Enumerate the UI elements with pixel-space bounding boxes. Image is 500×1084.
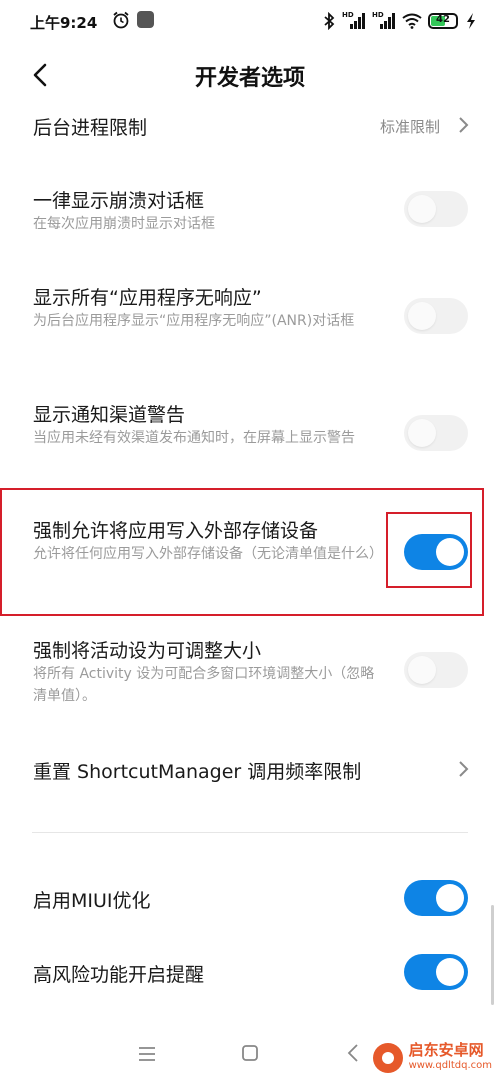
watermark-name: 启东安卓网	[408, 1041, 484, 1059]
high-risk-toggle[interactable]	[404, 954, 468, 990]
charging-icon	[467, 13, 475, 29]
alarm-icon	[113, 11, 129, 29]
miui-optimization-toggle[interactable]	[404, 880, 468, 916]
home-icon[interactable]	[241, 1044, 259, 1062]
crash-dialog-toggle[interactable]	[404, 191, 468, 227]
row-value: 标准限制	[379, 118, 440, 136]
row-description: 为后台应用程序显示“应用程序无响应”(ANR)对话框	[33, 313, 355, 329]
toggle-highlight-box	[386, 512, 472, 588]
section-divider	[32, 832, 468, 833]
row-label: 后台进程限制	[33, 117, 148, 139]
row-label: 一律显示崩溃对话框	[33, 190, 205, 212]
row-description: 在每次应用崩溃时显示对话框	[33, 216, 215, 232]
watermark: 启东安卓网 www.qdltdq.com	[372, 1041, 492, 1074]
status-bar: 上午9:24 HD HD 42	[0, 0, 500, 44]
chevron-right-icon	[459, 117, 469, 133]
signal-icon: HD	[342, 11, 366, 31]
row-label: 显示所有“应用程序无响应”	[33, 287, 262, 309]
status-icons: HD HD 42	[322, 10, 478, 32]
wifi-icon	[402, 13, 422, 29]
row-label: 高风险功能开启提醒	[33, 964, 205, 986]
app-notification-icon	[137, 11, 154, 28]
signal-icon-2: HD	[372, 11, 396, 31]
page-title: 开发者选项	[194, 66, 305, 91]
chevron-right-icon	[459, 761, 469, 777]
bluetooth-icon	[324, 12, 335, 30]
anr-toggle[interactable]	[404, 298, 468, 334]
watermark-logo-icon	[372, 1043, 403, 1073]
channel-warning-toggle[interactable]	[404, 415, 468, 451]
status-time: 上午9:24	[30, 14, 98, 32]
page-header: 开发者选项	[0, 50, 500, 102]
row-label: 显示通知渠道警告	[33, 404, 186, 426]
row-label: 重置 ShortcutManager 调用频率限制	[33, 761, 362, 783]
row-label: 启用MIUI优化	[33, 890, 151, 912]
row-label: 强制将活动设为可调整大小	[33, 640, 262, 662]
battery-icon: 42	[428, 13, 458, 29]
row-description: 将所有 Activity 设为可配合多窗口环境调整大小（忽略清单值）。	[33, 666, 375, 704]
scrollbar[interactable]	[491, 905, 494, 1005]
watermark-url: www.qdltdq.com	[408, 1060, 492, 1071]
resizable-toggle[interactable]	[404, 652, 468, 688]
row-description: 当应用未经有效渠道发布通知时，在屏幕上显示警告	[33, 430, 355, 446]
back-nav-icon[interactable]	[346, 1042, 360, 1064]
recent-apps-icon[interactable]	[137, 1046, 157, 1062]
